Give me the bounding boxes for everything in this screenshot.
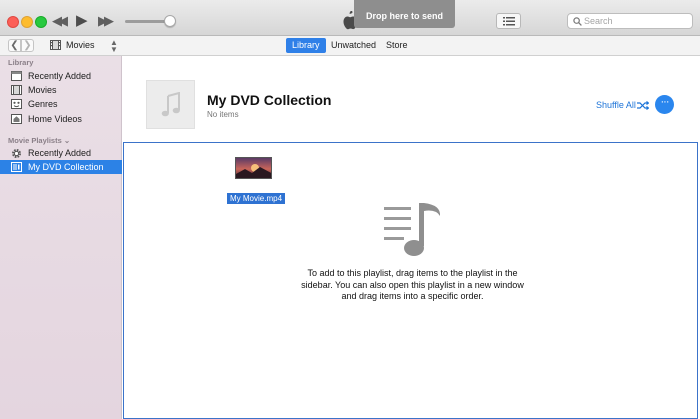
fast-forward-button[interactable]: ▶▶	[98, 13, 114, 29]
play-button[interactable]: ▶	[76, 13, 88, 29]
list-icon	[503, 17, 515, 26]
shuffle-icon[interactable]	[637, 101, 649, 110]
back-button[interactable]: ❮	[8, 39, 21, 52]
sidebar-item-label: Recently Added	[28, 71, 92, 81]
list-view-button[interactable]	[496, 13, 521, 29]
chevron-down-icon: ⌄	[63, 136, 71, 145]
tab-store[interactable]: Store	[380, 38, 414, 53]
sidebar-item-label: Genres	[28, 99, 58, 109]
sidebar-item-genres[interactable]: Genres	[0, 97, 122, 111]
calendar-icon	[11, 71, 22, 81]
tab-library[interactable]: Library	[286, 38, 326, 53]
home-icon	[11, 114, 22, 124]
movie-thumbnail[interactable]	[235, 157, 272, 179]
minimize-button[interactable]	[21, 16, 33, 28]
sidebar-item-label: Home Videos	[28, 114, 82, 124]
dragged-file-name[interactable]: My Movie.mp4	[227, 193, 286, 204]
search-icon	[573, 17, 582, 26]
navigation-bar: ❮ ❯ Movies ▲ ▼ Library Unwatched Store	[0, 36, 700, 56]
sidebar-item-label: Movies	[28, 85, 57, 95]
more-options-button[interactable]: ···	[655, 95, 674, 114]
search-input[interactable]	[584, 15, 689, 27]
drop-here-tooltip: Drop here to send	[354, 0, 455, 28]
sidebar-item-movies[interactable]: Movies	[0, 83, 122, 97]
sidebar-item-home-videos[interactable]: Home Videos	[0, 112, 122, 126]
sidebar: Library Recently Added Movies Genres Hom…	[0, 56, 122, 419]
playlist-icon	[11, 162, 22, 172]
playlist-artwork	[146, 80, 195, 129]
film-icon	[50, 40, 61, 50]
sidebar-item-recently-added-playlist[interactable]: Recently Added	[0, 146, 122, 160]
library-section-header: Library	[8, 58, 34, 67]
title-bar: ◀◀ ▶ ▶▶ Drop here to send	[0, 0, 700, 36]
playlist-drop-zone[interactable]: My Movie.mp4 To add to this playlist, dr…	[123, 142, 698, 419]
itunes-window: ◀◀ ▶ ▶▶ Drop here to send ❮ ❯	[0, 0, 700, 419]
movie-playlists-label: Movie Playlists	[8, 136, 62, 145]
main-content: My DVD Collection No items Shuffle All ·…	[122, 56, 700, 419]
close-button[interactable]	[7, 16, 19, 28]
gear-icon	[11, 148, 22, 159]
music-note-icon	[161, 92, 180, 117]
playlist-item-count: No items	[207, 110, 239, 119]
sidebar-item-label: My DVD Collection	[28, 162, 104, 172]
sidebar-item-label: Recently Added	[28, 148, 92, 158]
movie-poster-image	[236, 158, 271, 178]
zoom-button[interactable]	[35, 16, 47, 28]
sidebar-item-recently-added[interactable]: Recently Added	[0, 69, 122, 83]
empty-playlist-hint: To add to this playlist, drag items to t…	[301, 268, 524, 301]
up-down-chevron-icon: ▲ ▼	[110, 38, 118, 54]
playlist-music-note-icon	[384, 203, 441, 256]
forward-button[interactable]: ❯	[21, 39, 34, 52]
playlist-title: My DVD Collection	[207, 92, 332, 108]
movie-playlists-header[interactable]: Movie Playlists ⌄	[8, 136, 70, 145]
shuffle-all-button[interactable]: Shuffle All	[596, 100, 636, 110]
genres-icon	[11, 99, 22, 109]
sidebar-item-my-dvd-collection[interactable]: My DVD Collection	[0, 160, 122, 174]
volume-knob[interactable]	[164, 15, 176, 27]
media-kind-label: Movies	[66, 40, 95, 50]
film-icon	[11, 85, 22, 95]
rewind-button[interactable]: ◀◀	[52, 13, 68, 29]
tab-unwatched[interactable]: Unwatched	[325, 38, 382, 53]
search-field[interactable]	[567, 13, 693, 29]
